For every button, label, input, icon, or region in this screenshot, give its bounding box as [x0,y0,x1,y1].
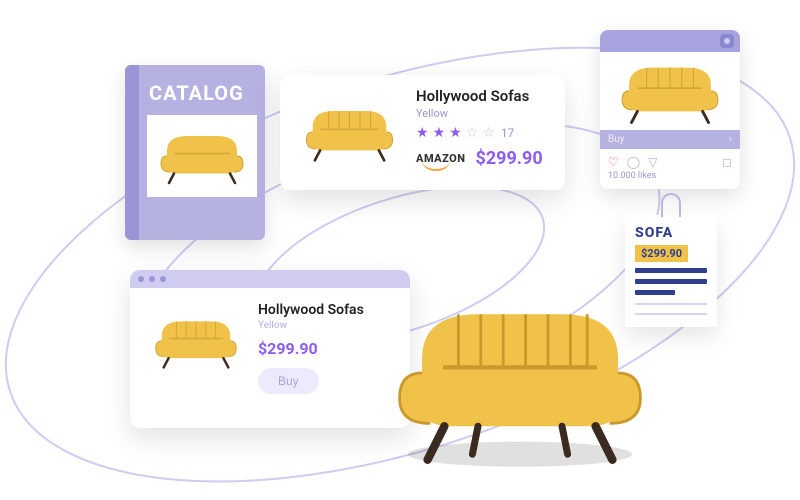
star-icon: ☆ [466,126,479,140]
catalog-card[interactable]: CATALOG [125,65,265,240]
listing-card[interactable]: Hollywood Sofas Yellow ★ ★ ★ ☆ ☆ 17 AMAZ… [280,75,565,190]
star-icon: ★ [416,126,429,140]
window-dot-icon [138,276,144,282]
browser-thumb [146,302,246,380]
comment-icon[interactable]: ◯ [627,155,640,169]
social-photo [600,52,740,130]
catalog-title: CATALOG [125,65,265,115]
chevron-right-icon: › [729,134,732,145]
star-icon: ☆ [482,126,495,140]
listing-merchant: AMAZON [416,152,466,165]
social-buy-button[interactable]: Buy › [600,130,740,149]
browser-titlebar [130,270,410,288]
sofa-icon [147,308,245,374]
share-icon[interactable]: ▽ [648,155,657,169]
window-dot-icon [149,276,155,282]
browser-product-name: Hollywood Sofas [258,302,394,318]
sofa-icon [297,96,402,168]
listing-thumb [294,87,404,177]
bookmark-icon[interactable]: ◻ [722,155,732,169]
social-buy-label: Buy [608,134,624,145]
catalog-thumb [147,115,257,197]
sofa-icon [152,125,252,187]
social-likes: 10.000 likes [600,171,740,189]
browser-product-variant: Yellow [258,320,394,331]
camera-icon [720,34,734,48]
browser-buy-button[interactable]: Buy [258,368,319,394]
star-icon: ★ [449,126,462,140]
heart-icon[interactable]: ♡ [608,155,619,169]
listing-review-count: 17 [501,126,515,140]
social-header [600,30,740,52]
window-dot-icon [160,276,166,282]
listing-variant: Yellow [416,107,551,120]
tag-line [635,268,707,273]
listing-name: Hollywood Sofas [416,87,551,105]
tag-line [635,279,707,284]
sofa-icon [380,285,660,475]
browser-product-price: $299.90 [258,339,394,358]
catalog-spine [125,65,139,240]
social-actions: ♡ ◯ ▽ ◻ [600,149,740,171]
tag-price: $299.90 [635,245,688,262]
browser-card[interactable]: Hollywood Sofas Yellow $299.90 Buy [130,270,410,428]
listing-price: $299.90 [476,148,543,169]
hero-sofa [380,285,660,475]
listing-rating: ★ ★ ★ ☆ ☆ 17 [416,126,551,140]
tag-head: SOFA [635,225,707,241]
star-icon: ★ [433,126,446,140]
social-card[interactable]: Buy › ♡ ◯ ▽ ◻ 10.000 likes [600,30,740,189]
sofa-icon [611,56,729,126]
